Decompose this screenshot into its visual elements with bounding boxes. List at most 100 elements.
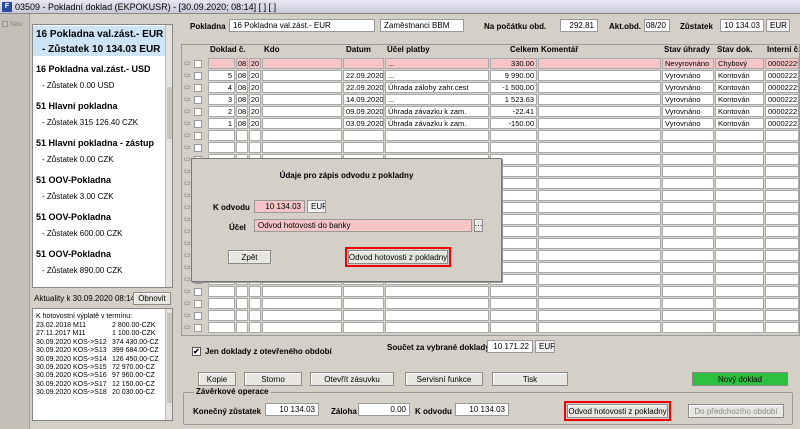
- copy-button[interactable]: Kopie: [198, 372, 236, 386]
- owner-field[interactable]: Zaměstnanci BBM: [380, 19, 464, 32]
- new-document-button[interactable]: Nový doklad: [692, 372, 788, 386]
- row-selector-icon[interactable]: ▭: [184, 227, 191, 235]
- row-checkbox[interactable]: [194, 324, 202, 332]
- table-cell-interni[interactable]: [765, 262, 799, 273]
- table-cell-kdo[interactable]: [262, 94, 342, 105]
- row-selector-icon[interactable]: ▭: [184, 203, 191, 211]
- table-cell-num[interactable]: 4: [208, 82, 235, 93]
- table-cell-stav_uhrady[interactable]: Vyrovnáno: [662, 94, 714, 105]
- cash-register-scrollbar[interactable]: [165, 25, 172, 287]
- table-cell-num[interactable]: [208, 142, 235, 153]
- table-cell-stav_dok[interactable]: Kontován: [715, 118, 764, 129]
- table-row[interactable]: ▭: [182, 298, 799, 310]
- table-cell-interni[interactable]: 0000222783: [765, 106, 799, 117]
- table-cell-celkem[interactable]: -1 500.00: [490, 82, 537, 93]
- table-cell-stav_dok[interactable]: Chybový: [715, 58, 764, 69]
- table-cell-m[interactable]: [236, 130, 248, 141]
- table-cell-kom[interactable]: [538, 166, 661, 177]
- table-cell-interni[interactable]: [765, 142, 799, 153]
- table-cell-kdo[interactable]: [262, 70, 342, 81]
- table-cell-datum[interactable]: [343, 58, 384, 69]
- table-cell-stav_dok[interactable]: Kontován: [715, 106, 764, 117]
- cash-payout-scrollbar[interactable]: [165, 309, 172, 420]
- table-cell-kdo[interactable]: [262, 298, 342, 309]
- table-cell-celkem[interactable]: [490, 286, 537, 297]
- table-cell-num[interactable]: 5: [208, 70, 235, 81]
- row-selector-icon[interactable]: ▭: [184, 179, 191, 187]
- table-cell-stav_uhrady[interactable]: [662, 166, 714, 177]
- row-selector-icon[interactable]: ▭: [184, 263, 191, 271]
- table-cell-m[interactable]: [236, 310, 248, 321]
- refresh-button[interactable]: Obnovit: [133, 292, 171, 305]
- table-cell-celkem[interactable]: -150.00: [490, 118, 537, 129]
- row-checkbox[interactable]: [194, 60, 202, 68]
- table-cell-interni[interactable]: [765, 250, 799, 261]
- table-cell-y[interactable]: 20: [249, 82, 261, 93]
- table-cell-m[interactable]: 08: [236, 58, 248, 69]
- table-cell-interni[interactable]: [765, 178, 799, 189]
- row-selector-icon[interactable]: ▭: [184, 119, 191, 127]
- table-cell-y[interactable]: [249, 130, 261, 141]
- scrollbar-thumb[interactable]: [167, 87, 172, 139]
- row-selector-icon[interactable]: ▭: [184, 323, 191, 331]
- row-selector-icon[interactable]: ▭: [184, 71, 191, 79]
- table-cell-y[interactable]: [249, 286, 261, 297]
- table-cell-stav_uhrady[interactable]: [662, 310, 714, 321]
- table-cell-num[interactable]: [208, 298, 235, 309]
- table-cell-interni[interactable]: [765, 238, 799, 249]
- table-cell-kom[interactable]: [538, 322, 661, 333]
- open-period-checkbox[interactable]: ✔: [192, 347, 201, 356]
- table-cell-interni[interactable]: [765, 190, 799, 201]
- table-cell-interni[interactable]: [765, 226, 799, 237]
- table-cell-datum[interactable]: [343, 310, 384, 321]
- table-cell-kom[interactable]: [538, 142, 661, 153]
- table-cell-stav_uhrady[interactable]: [662, 130, 714, 141]
- table-cell-celkem[interactable]: 9 990.00: [490, 70, 537, 81]
- table-cell-ucel[interactable]: Úhrada závazku k zam.: [385, 106, 489, 117]
- table-row[interactable]: ▭ 0820...330.00 NevyrovnánoChybový00002229…: [182, 58, 799, 70]
- row-selector-icon[interactable]: ▭: [184, 299, 191, 307]
- cash-register-item[interactable]: 16 Pokladna val.zást.- USD - Zůstatek 0.…: [33, 64, 167, 90]
- row-selector-icon[interactable]: ▭: [184, 143, 191, 151]
- table-cell-kdo[interactable]: [262, 118, 342, 129]
- table-cell-stav_dok[interactable]: [715, 154, 764, 165]
- table-cell-stav_uhrady[interactable]: [662, 142, 714, 153]
- table-row[interactable]: ▭ 5 08 20 22.09.2020... 9 990.00 Vyrovnáno Kont…: [182, 70, 799, 82]
- table-cell-m[interactable]: 08: [236, 118, 248, 129]
- table-cell-y[interactable]: 20: [249, 58, 261, 69]
- cash-register-item[interactable]: 51 OOV-Pokladna - Zůstatek 890.00 CZK: [33, 249, 167, 275]
- table-cell-stav_dok[interactable]: Kontován: [715, 82, 764, 93]
- table-cell-ucel[interactable]: [385, 298, 489, 309]
- row-selector-icon[interactable]: ▭: [184, 107, 191, 115]
- table-cell-stav_uhrady[interactable]: [662, 190, 714, 201]
- table-cell-ucel[interactable]: [385, 130, 489, 141]
- purpose-lookup-button[interactable]: ⋯: [474, 219, 483, 232]
- cash-transfer-button[interactable]: Odvod hotovosti z pokladny: [564, 401, 671, 421]
- table-cell-y[interactable]: [249, 298, 261, 309]
- table-cell-datum[interactable]: 22.09.2020: [343, 70, 384, 81]
- table-cell-m[interactable]: [236, 322, 248, 333]
- print-button[interactable]: Tisk: [492, 372, 568, 386]
- table-cell-m[interactable]: 08: [236, 94, 248, 105]
- table-cell-stav_uhrady[interactable]: Vyrovnáno: [662, 70, 714, 81]
- table-cell-kom[interactable]: [538, 310, 661, 321]
- table-cell-kom[interactable]: [538, 82, 661, 93]
- row-checkbox[interactable]: [194, 108, 202, 116]
- table-cell-stav_uhrady[interactable]: Vyrovnáno: [662, 106, 714, 117]
- table-row[interactable]: ▭: [182, 142, 799, 154]
- table-cell-stav_dok[interactable]: Kontován: [715, 70, 764, 81]
- table-cell-celkem[interactable]: -22.41: [490, 106, 537, 117]
- row-selector-icon[interactable]: ▭: [184, 95, 191, 103]
- row-selector-icon[interactable]: ▭: [184, 155, 191, 163]
- row-checkbox[interactable]: [194, 144, 202, 152]
- table-cell-stav_dok[interactable]: [715, 262, 764, 273]
- table-cell-num[interactable]: [208, 322, 235, 333]
- table-cell-kom[interactable]: [538, 262, 661, 273]
- table-row[interactable]: ▭ 2 08 20 09.09.2020 Úhrada závazku k zam. -22…: [182, 106, 799, 118]
- table-cell-stav_uhrady[interactable]: [662, 178, 714, 189]
- table-cell-stav_dok[interactable]: [715, 166, 764, 177]
- row-selector-icon[interactable]: ▭: [184, 239, 191, 247]
- table-cell-stav_dok[interactable]: [715, 286, 764, 297]
- table-cell-stav_uhrady[interactable]: [662, 226, 714, 237]
- table-row[interactable]: ▭: [182, 286, 799, 298]
